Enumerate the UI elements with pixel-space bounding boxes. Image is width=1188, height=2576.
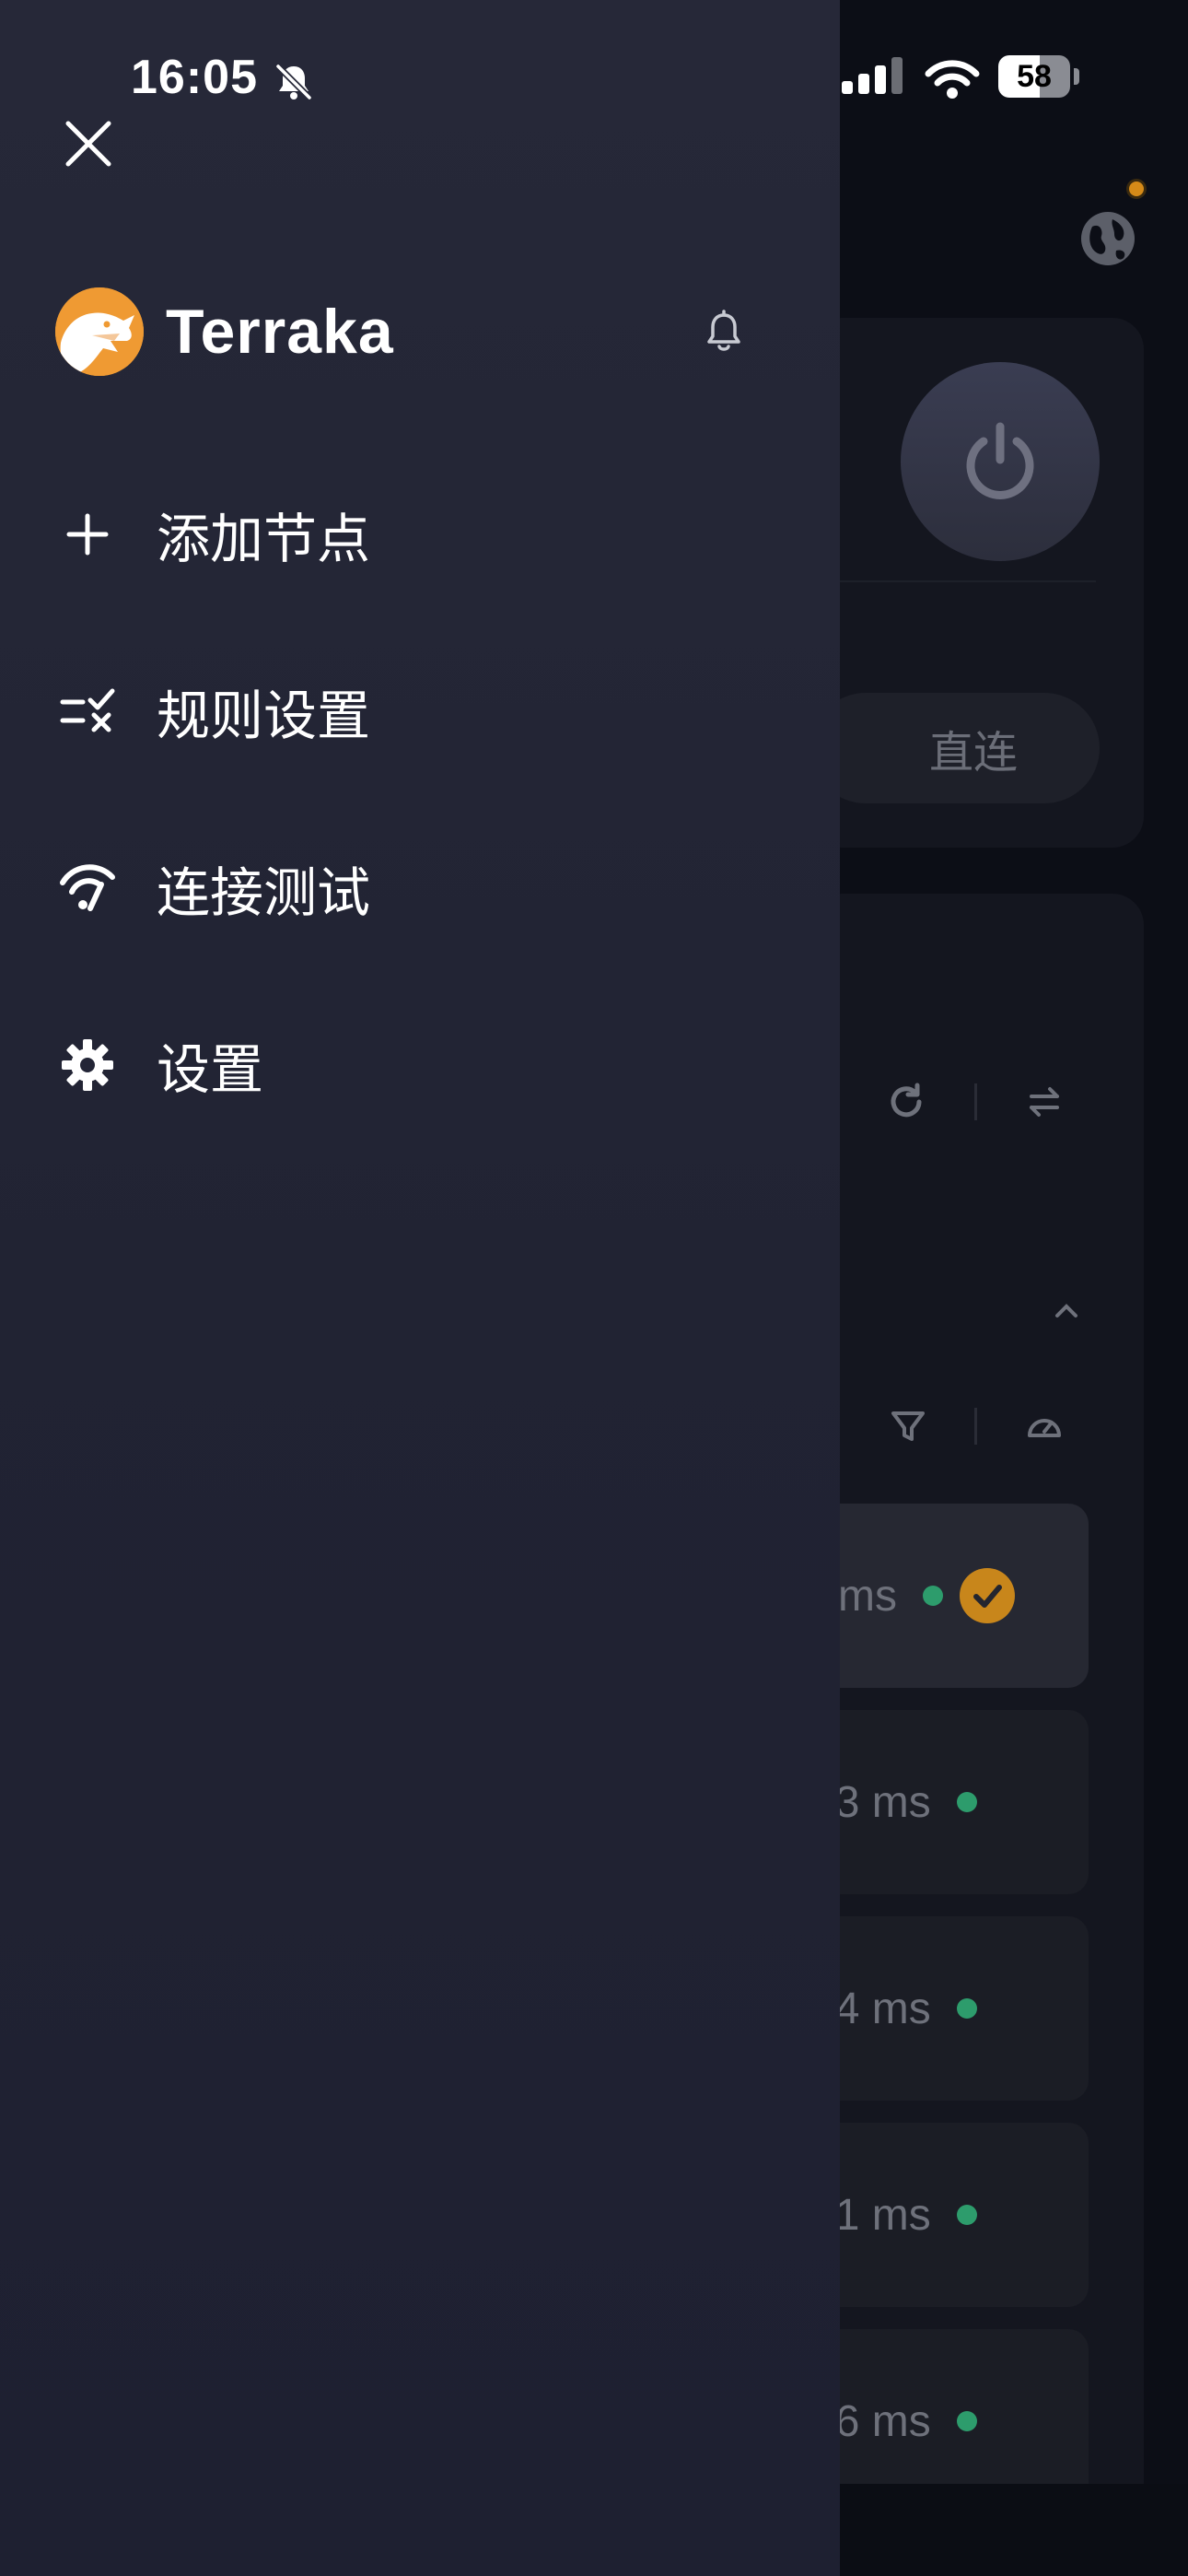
brand-header: Terraka — [55, 287, 394, 376]
plus-icon — [57, 504, 118, 565]
battery-icon: 58 — [998, 55, 1070, 98]
filter-icon[interactable] — [886, 1404, 930, 1448]
connection-test-icon — [57, 858, 118, 919]
status-dot — [956, 2205, 977, 2225]
bottom-area — [810, 2484, 1188, 2576]
toolbar-separator — [974, 1083, 977, 1120]
power-icon — [966, 422, 1034, 499]
mode-direct-label: 直连 — [928, 729, 1018, 778]
menu-item-label: 规则设置 — [157, 685, 371, 747]
menu-item-add-node[interactable]: 添加节点 — [0, 461, 840, 608]
status-dot — [956, 2411, 977, 2431]
close-icon[interactable] — [61, 116, 116, 171]
battery-tip — [1074, 68, 1079, 85]
menu-item-label: 添加节点 — [157, 508, 371, 570]
chevron-up-icon[interactable] — [1044, 1288, 1089, 1332]
bell-icon[interactable] — [700, 308, 748, 356]
menu-item-rules[interactable]: 规则设置 — [0, 638, 840, 785]
menu-item-connection-test[interactable]: 连接测试 — [0, 814, 840, 962]
node-item[interactable]: 73 ms — [810, 1710, 1089, 1894]
speedometer-icon[interactable] — [1022, 1404, 1066, 1448]
cellular-signal-icon — [842, 57, 903, 94]
menu-item-label: 连接测试 — [157, 861, 371, 924]
mode-direct-button[interactable]: 直连 — [810, 693, 1100, 803]
swap-icon[interactable] — [1022, 1080, 1066, 1124]
battery-level: 58 — [1017, 58, 1052, 94]
toolbar-separator — [974, 1408, 977, 1445]
status-dot — [956, 1792, 977, 1812]
node-item[interactable]: 81 ms — [810, 2123, 1089, 2307]
brand-name: Terraka — [166, 297, 394, 367]
bell-slash-icon — [275, 64, 312, 100]
rules-icon — [57, 681, 118, 742]
app-logo — [55, 287, 144, 376]
wifi-icon — [925, 60, 980, 99]
menu-item-label: 设置 — [157, 1038, 264, 1101]
globe-icon[interactable] — [1079, 210, 1136, 267]
node-item[interactable]: 74 ms — [810, 1916, 1089, 2101]
status-bar-indicators: 58 — [840, 55, 1188, 111]
status-dot — [922, 1586, 943, 1606]
menu-item-settings[interactable]: 设置 — [0, 991, 840, 1139]
notification-dot — [1129, 181, 1144, 196]
refresh-icon[interactable] — [884, 1080, 928, 1124]
power-button[interactable] — [901, 362, 1100, 561]
gear-icon — [57, 1035, 118, 1095]
status-time: 16:05 — [131, 51, 258, 104]
card-divider — [810, 580, 1096, 582]
selected-check-icon — [959, 1568, 1015, 1623]
node-item[interactable]: ms — [810, 1504, 1089, 1688]
status-dot — [956, 1998, 977, 2019]
side-drawer: 16:05 Terraka 添加节点 规则设置 连接测试 设置 — [0, 0, 840, 2576]
node-latency: ms — [838, 1571, 897, 1621]
